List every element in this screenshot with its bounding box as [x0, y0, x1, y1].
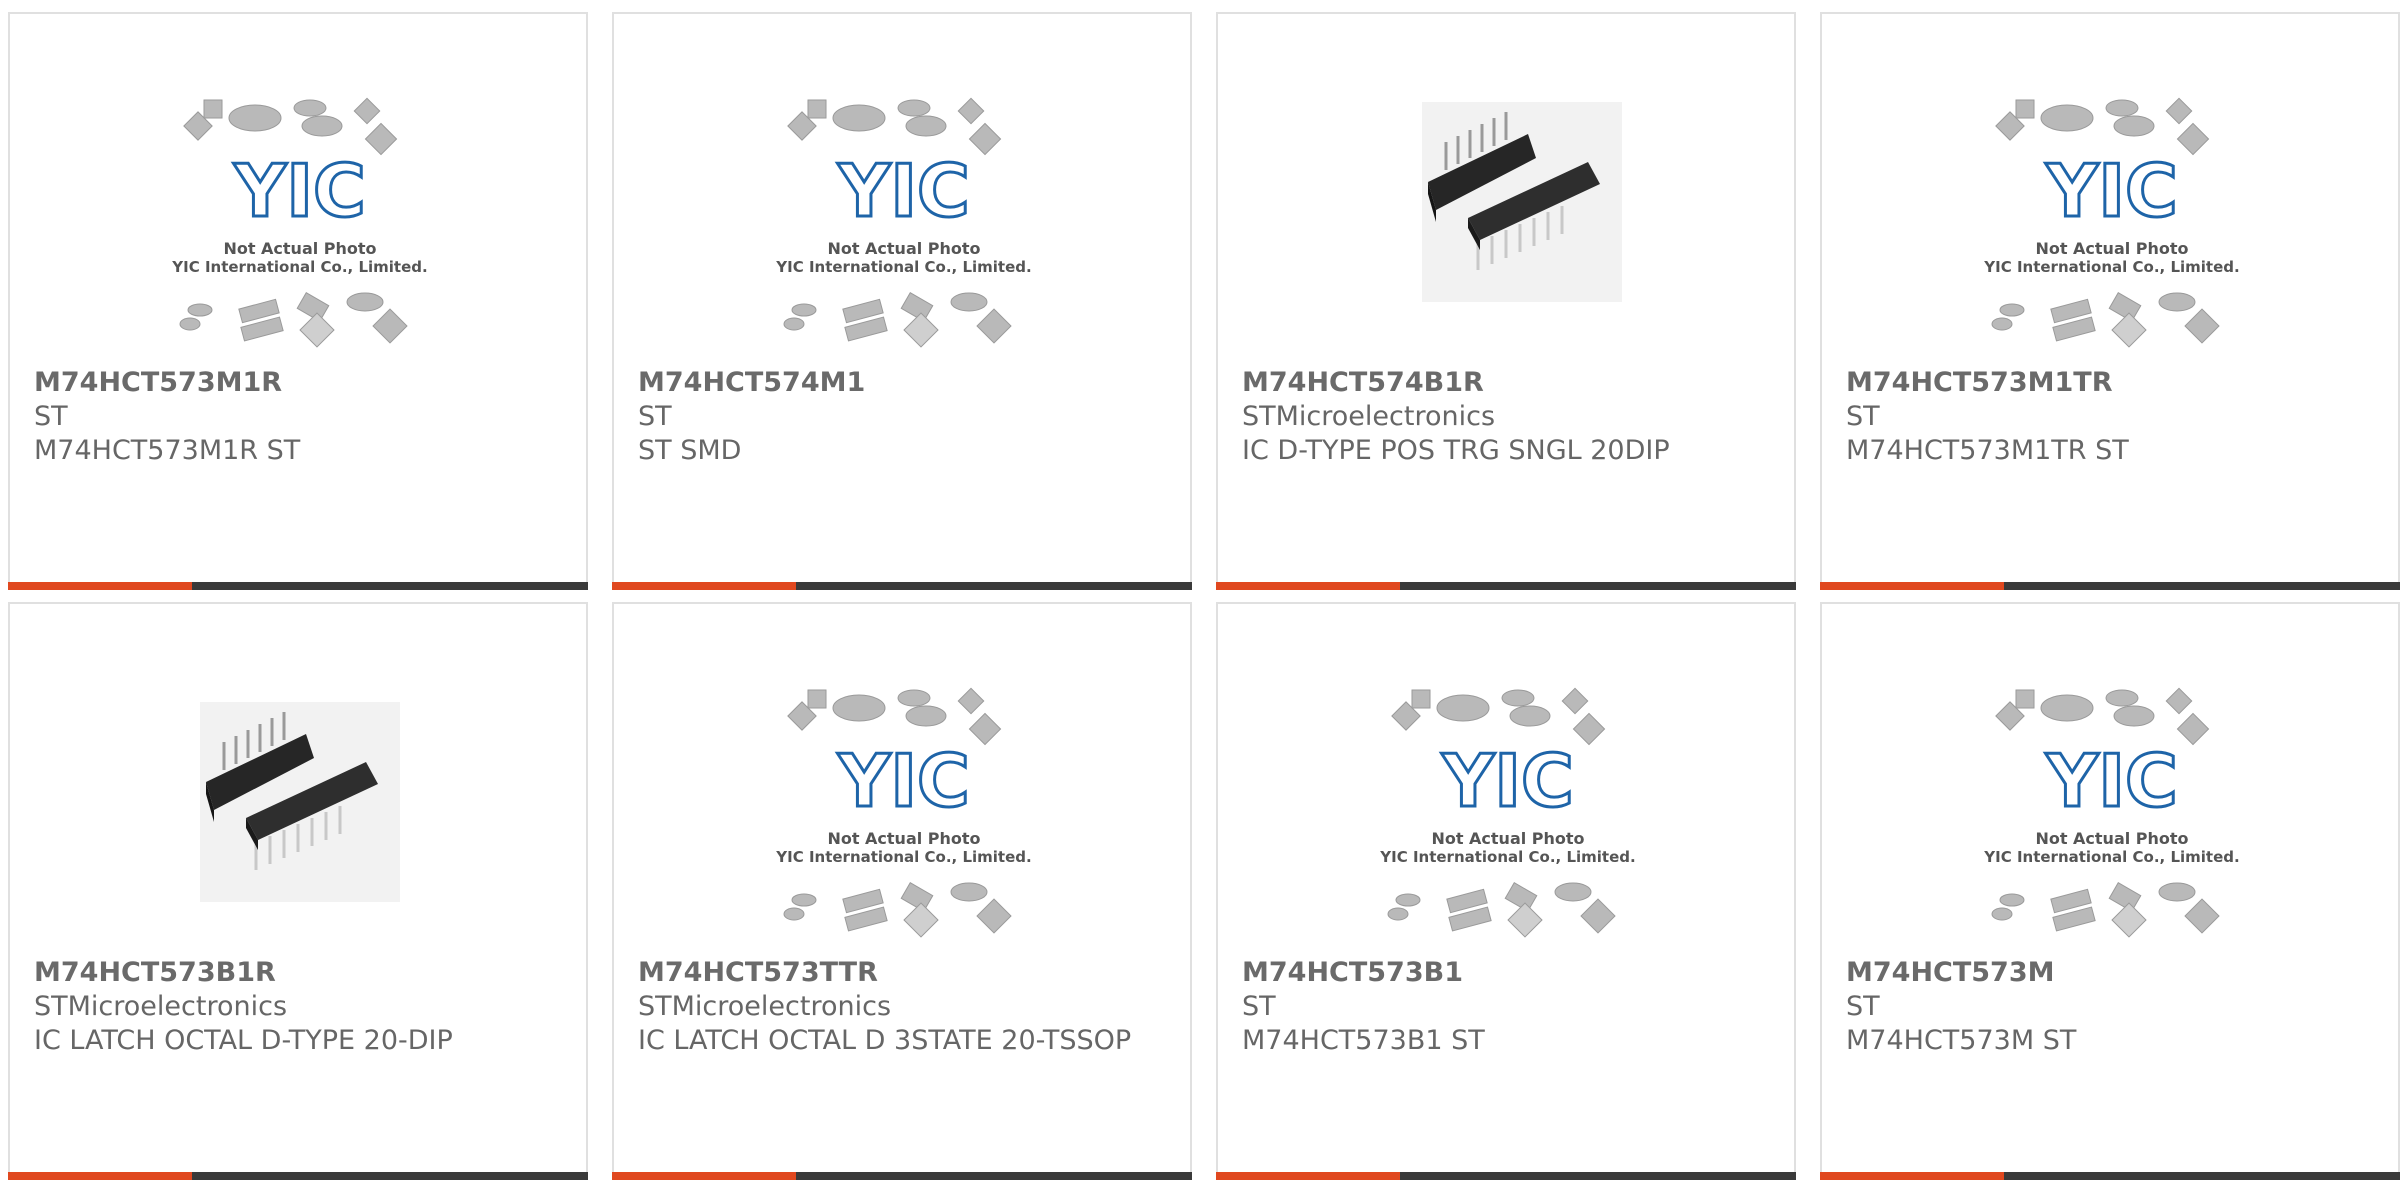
card-bottom-bar	[1820, 1172, 2400, 1180]
not-actual-photo-placeholder-icon: YIC Not Actual Photo YIC International C…	[1379, 687, 1636, 938]
card-bottom-bar	[8, 582, 588, 590]
product-card[interactable]: YIC Not Actual Photo YIC International C…	[1820, 602, 2400, 1180]
svg-text:Not Actual Photo: Not Actual Photo	[827, 829, 980, 848]
card-accent-bar	[8, 582, 192, 590]
product-card[interactable]: YIC Not Actual Photo YIC International C…	[612, 602, 1192, 1180]
product-manufacturer: STMicroelectronics	[34, 991, 288, 1022]
product-image[interactable]	[1368, 92, 1648, 362]
product-name[interactable]: M74HCT573TTR	[638, 956, 1158, 990]
product-description: M74HCT573B1 ST	[1242, 1025, 1485, 1056]
product-name[interactable]: M74HCT573M1R	[34, 366, 554, 400]
card-accent-bar	[1216, 582, 1400, 590]
svg-text:Not Actual Photo: Not Actual Photo	[1431, 829, 1584, 848]
product-description: M74HCT573M1R ST	[34, 435, 301, 466]
product-description: IC LATCH OCTAL D 3STATE 20-TSSOP	[638, 1025, 1132, 1056]
product-info: M74HCT573M1R ST M74HCT573M1R ST	[34, 366, 554, 468]
product-description: M74HCT573M1TR ST	[1846, 435, 2129, 466]
product-image[interactable]: YIC Not Actual Photo YIC International C…	[764, 682, 1044, 952]
card-accent-bar	[1820, 582, 2004, 590]
svg-text:YIC: YIC	[2045, 739, 2178, 823]
product-card[interactable]: M74HCT574B1R STMicroelectronics IC D-TYP…	[1216, 12, 1796, 590]
product-image[interactable]: YIC Not Actual Photo YIC International C…	[1972, 92, 2252, 362]
product-card[interactable]: YIC Not Actual Photo YIC International C…	[612, 12, 1192, 590]
product-info: M74HCT573TTR STMicroelectronics IC LATCH…	[638, 956, 1158, 1058]
product-manufacturer: ST	[1242, 991, 1276, 1022]
svg-text:YIC: YIC	[2045, 149, 2178, 233]
card-accent-bar	[8, 1172, 192, 1180]
svg-text:YIC: YIC	[1441, 739, 1574, 823]
product-info: M74HCT573M ST M74HCT573M ST	[1846, 956, 2366, 1058]
product-info: M74HCT573M1TR ST M74HCT573M1TR ST	[1846, 366, 2366, 468]
product-image[interactable]: YIC Not Actual Photo YIC International C…	[160, 92, 440, 362]
card-bottom-bar	[612, 582, 1192, 590]
product-name[interactable]: M74HCT573B1	[1242, 956, 1762, 990]
not-actual-photo-placeholder-icon: YIC Not Actual Photo YIC International C…	[775, 97, 1032, 348]
product-description: IC D-TYPE POS TRG SNGL 20DIP	[1242, 435, 1670, 466]
product-manufacturer: ST	[1846, 401, 1880, 432]
svg-text:Not Actual Photo: Not Actual Photo	[223, 239, 376, 258]
product-image[interactable]: YIC Not Actual Photo YIC International C…	[1368, 682, 1648, 952]
svg-text:Not Actual Photo: Not Actual Photo	[2035, 239, 2188, 258]
product-name[interactable]: M74HCT574M1	[638, 366, 1158, 400]
svg-text:Not Actual Photo: Not Actual Photo	[827, 239, 980, 258]
product-card[interactable]: YIC Not Actual Photo YIC International C…	[1820, 12, 2400, 590]
product-name[interactable]: M74HCT573B1R	[34, 956, 554, 990]
product-description: ST SMD	[638, 435, 742, 466]
product-card[interactable]: M74HCT573B1R STMicroelectronics IC LATCH…	[8, 602, 588, 1180]
not-actual-photo-placeholder-icon: YIC Not Actual Photo YIC International C…	[1983, 97, 2240, 348]
dip-chip-photo-icon	[200, 702, 400, 902]
svg-text:YIC: YIC	[837, 149, 970, 233]
card-bottom-bar	[1216, 582, 1796, 590]
card-accent-bar	[612, 1172, 796, 1180]
product-name[interactable]: M74HCT573M	[1846, 956, 2366, 990]
svg-text:YIC International Co., Limited: YIC International Co., Limited.	[775, 258, 1031, 276]
product-name[interactable]: M74HCT573M1TR	[1846, 366, 2366, 400]
svg-text:YIC International Co., Limited: YIC International Co., Limited.	[775, 848, 1031, 866]
product-info: M74HCT574M1 ST ST SMD	[638, 366, 1158, 468]
product-manufacturer: ST	[638, 401, 672, 432]
svg-text:YIC International Co., Limited: YIC International Co., Limited.	[1983, 258, 2239, 276]
product-grid: YIC Not Actual Photo YIC International C…	[8, 12, 2400, 1180]
card-accent-bar	[612, 582, 796, 590]
dip-chip-photo-icon	[1422, 102, 1622, 302]
not-actual-photo-placeholder-icon: YIC Not Actual Photo YIC International C…	[1983, 687, 2240, 938]
product-info: M74HCT573B1 ST M74HCT573B1 ST	[1242, 956, 1762, 1058]
not-actual-photo-placeholder-icon: YIC Not Actual Photo YIC International C…	[775, 687, 1032, 938]
svg-text:YIC International Co., Limited: YIC International Co., Limited.	[1379, 848, 1635, 866]
product-image[interactable]	[160, 682, 440, 952]
card-accent-bar	[1216, 1172, 1400, 1180]
product-name[interactable]: M74HCT574B1R	[1242, 366, 1762, 400]
product-card[interactable]: YIC Not Actual Photo YIC International C…	[8, 12, 588, 590]
product-info: M74HCT573B1R STMicroelectronics IC LATCH…	[34, 956, 554, 1058]
product-description: M74HCT573M ST	[1846, 1025, 2077, 1056]
product-card[interactable]: YIC Not Actual Photo YIC International C…	[1216, 602, 1796, 1180]
product-manufacturer: STMicroelectronics	[638, 991, 892, 1022]
product-manufacturer: ST	[34, 401, 68, 432]
card-bottom-bar	[612, 1172, 1192, 1180]
svg-text:YIC: YIC	[837, 739, 970, 823]
product-image[interactable]: YIC Not Actual Photo YIC International C…	[764, 92, 1044, 362]
product-manufacturer: STMicroelectronics	[1242, 401, 1496, 432]
not-actual-photo-placeholder-icon: YIC Not Actual Photo YIC International C…	[171, 97, 428, 348]
product-description: IC LATCH OCTAL D-TYPE 20-DIP	[34, 1025, 453, 1056]
svg-text:YIC International Co., Limited: YIC International Co., Limited.	[1983, 848, 2239, 866]
card-bottom-bar	[1820, 582, 2400, 590]
card-bottom-bar	[1216, 1172, 1796, 1180]
svg-text:YIC International Co., Limited: YIC International Co., Limited.	[171, 258, 427, 276]
card-bottom-bar	[8, 1172, 588, 1180]
svg-text:YIC: YIC	[233, 149, 366, 233]
product-image[interactable]: YIC Not Actual Photo YIC International C…	[1972, 682, 2252, 952]
svg-text:Not Actual Photo: Not Actual Photo	[2035, 829, 2188, 848]
card-accent-bar	[1820, 1172, 2004, 1180]
product-manufacturer: ST	[1846, 991, 1880, 1022]
product-info: M74HCT574B1R STMicroelectronics IC D-TYP…	[1242, 366, 1762, 468]
